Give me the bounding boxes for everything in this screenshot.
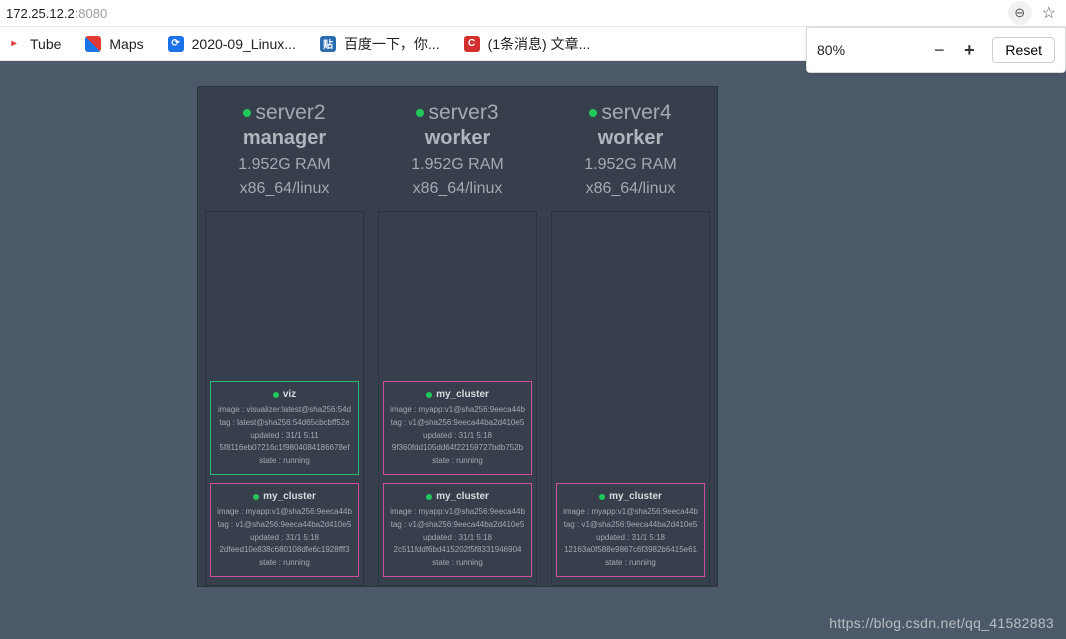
zoom-out-button[interactable]: − [924,35,954,65]
node-column-server3: server3 worker 1.952G RAM x86_64/linux m… [371,87,544,586]
task-line: image : visualizer:latest@sha256:54d [213,404,356,417]
task-line: tag : v1@sha256:9eeca44ba2d410e5 [386,417,529,430]
bookmark-label: (1条消息) 文章... [488,34,591,54]
status-dot-icon [243,109,251,117]
task-line: image : myapp:v1@sha256:9eeca44b [386,404,529,417]
task-line: state : running [213,557,356,570]
bookmark-label: 百度一下，你... [344,34,440,54]
node-column-server4: server4 worker 1.952G RAM x86_64/linux m… [544,87,717,586]
task-line: tag : latest@sha256:54d65cbcbff52e [213,417,356,430]
task-line: 2dfeed10e838c680108dfe6c1928fff3 [213,544,356,557]
task-line: updated : 31/1 5:18 [559,532,702,545]
url-port: :8080 [75,6,108,21]
node-column-server2: server2 manager 1.952G RAM x86_64/linux … [198,87,371,586]
csdn-icon: C [464,36,480,52]
node-ram: 1.952G RAM [375,156,540,174]
task-card-mycluster[interactable]: my_cluster image : myapp:v1@sha256:9eeca… [556,483,705,577]
task-line: image : myapp:v1@sha256:9eeca44b [559,506,702,519]
url-host: 172.25.12.2 [6,6,75,21]
task-name: my_cluster [609,491,662,502]
task-line: updated : 31/1 5:18 [213,532,356,545]
task-line: 5f8116eb07216c1f9804084186678ef [213,442,356,455]
youtube-icon: ▸ [6,36,22,52]
status-dot-icon [426,494,432,500]
task-card-mycluster[interactable]: my_cluster image : myapp:v1@sha256:9eeca… [383,381,532,475]
bookmark-star-icon[interactable]: ☆ [1038,3,1060,23]
task-name: my_cluster [263,491,316,502]
swarm-board: server2 manager 1.952G RAM x86_64/linux … [197,86,718,587]
status-dot-icon [253,494,259,500]
bookmark-maps[interactable]: Maps [85,36,143,52]
node-ram: 1.952G RAM [202,156,367,174]
visualizer-canvas: server2 manager 1.952G RAM x86_64/linux … [0,61,1066,639]
bookmark-linux[interactable]: ⟳ 2020-09_Linux... [168,36,296,52]
node-header: server3 worker 1.952G RAM x86_64/linux [371,87,544,208]
task-line: 9f360fdd105dd64f22159727bdb752b [386,442,529,455]
node-role: worker [375,127,540,150]
linux-icon: ⟳ [168,36,184,52]
node-name: server3 [428,101,498,125]
bookmark-youtube[interactable]: ▸ Tube [6,36,61,52]
task-line: image : myapp:v1@sha256:9eeca44b [213,506,356,519]
node-arch: x86_64/linux [375,180,540,198]
task-line: 12163a0f588e9867c6f3982b6415e61 [559,544,702,557]
status-dot-icon [273,392,279,398]
task-line: state : running [213,455,356,468]
bookmark-label: Maps [109,36,143,52]
task-line: updated : 31/1 5:18 [386,532,529,545]
zoom-popover: 80% − + Reset [806,27,1066,73]
node-task-area: my_cluster image : myapp:v1@sha256:9eeca… [551,211,710,586]
task-line: state : running [386,455,529,468]
node-name: server2 [255,101,325,125]
watermark-text: https://blog.csdn.net/qq_41582883 [829,615,1054,631]
bookmark-label: 2020-09_Linux... [192,36,296,52]
task-line: 2c511fddf6bd415202f5f8331946904 [386,544,529,557]
bookmarks-bar: ▸Tube Maps ⟳2020-09_Linux... 贴百度一下，你... … [0,27,1066,61]
zoom-in-button[interactable]: + [954,35,984,65]
task-card-mycluster[interactable]: my_cluster image : myapp:v1@sha256:9eeca… [210,483,359,577]
node-header: server2 manager 1.952G RAM x86_64/linux [198,87,371,208]
node-role: manager [202,127,367,150]
task-line: tag : v1@sha256:9eeca44ba2d410e5 [386,519,529,532]
task-name: viz [283,389,296,400]
node-arch: x86_64/linux [202,180,367,198]
bookmark-label: Tube [30,36,61,52]
task-card-mycluster[interactable]: my_cluster image : myapp:v1@sha256:9eeca… [383,483,532,577]
zoom-reset-button[interactable]: Reset [992,37,1055,63]
task-line: state : running [386,557,529,570]
task-line: tag : v1@sha256:9eeca44ba2d410e5 [213,519,356,532]
task-line: tag : v1@sha256:9eeca44ba2d410e5 [559,519,702,532]
node-header: server4 worker 1.952G RAM x86_64/linux [544,87,717,208]
zoom-percentage: 80% [817,42,924,58]
zoom-indicator-icon[interactable]: ⊖ [1008,1,1032,25]
task-line: state : running [559,557,702,570]
task-line: updated : 31/1 5:11 [213,430,356,443]
status-dot-icon [426,392,432,398]
node-role: worker [548,127,713,150]
url-display[interactable]: 172.25.12.2:8080 [6,6,107,21]
task-name: my_cluster [436,389,489,400]
address-bar: 172.25.12.2:8080 ⊖ ☆ [0,0,1066,27]
bookmark-csdn[interactable]: C (1条消息) 文章... [464,34,591,54]
baidu-icon: 贴 [320,36,336,52]
task-line: updated : 31/1 5:18 [386,430,529,443]
status-dot-icon [599,494,605,500]
node-ram: 1.952G RAM [548,156,713,174]
status-dot-icon [589,109,597,117]
node-name: server4 [601,101,671,125]
task-line: image : myapp:v1@sha256:9eeca44b [386,506,529,519]
node-task-area: viz image : visualizer:latest@sha256:54d… [205,211,364,586]
node-task-area: my_cluster image : myapp:v1@sha256:9eeca… [378,211,537,586]
status-dot-icon [416,109,424,117]
bookmark-baidu[interactable]: 贴百度一下，你... [320,34,440,54]
node-arch: x86_64/linux [548,180,713,198]
maps-icon [85,36,101,52]
task-card-viz[interactable]: viz image : visualizer:latest@sha256:54d… [210,381,359,475]
task-name: my_cluster [436,491,489,502]
